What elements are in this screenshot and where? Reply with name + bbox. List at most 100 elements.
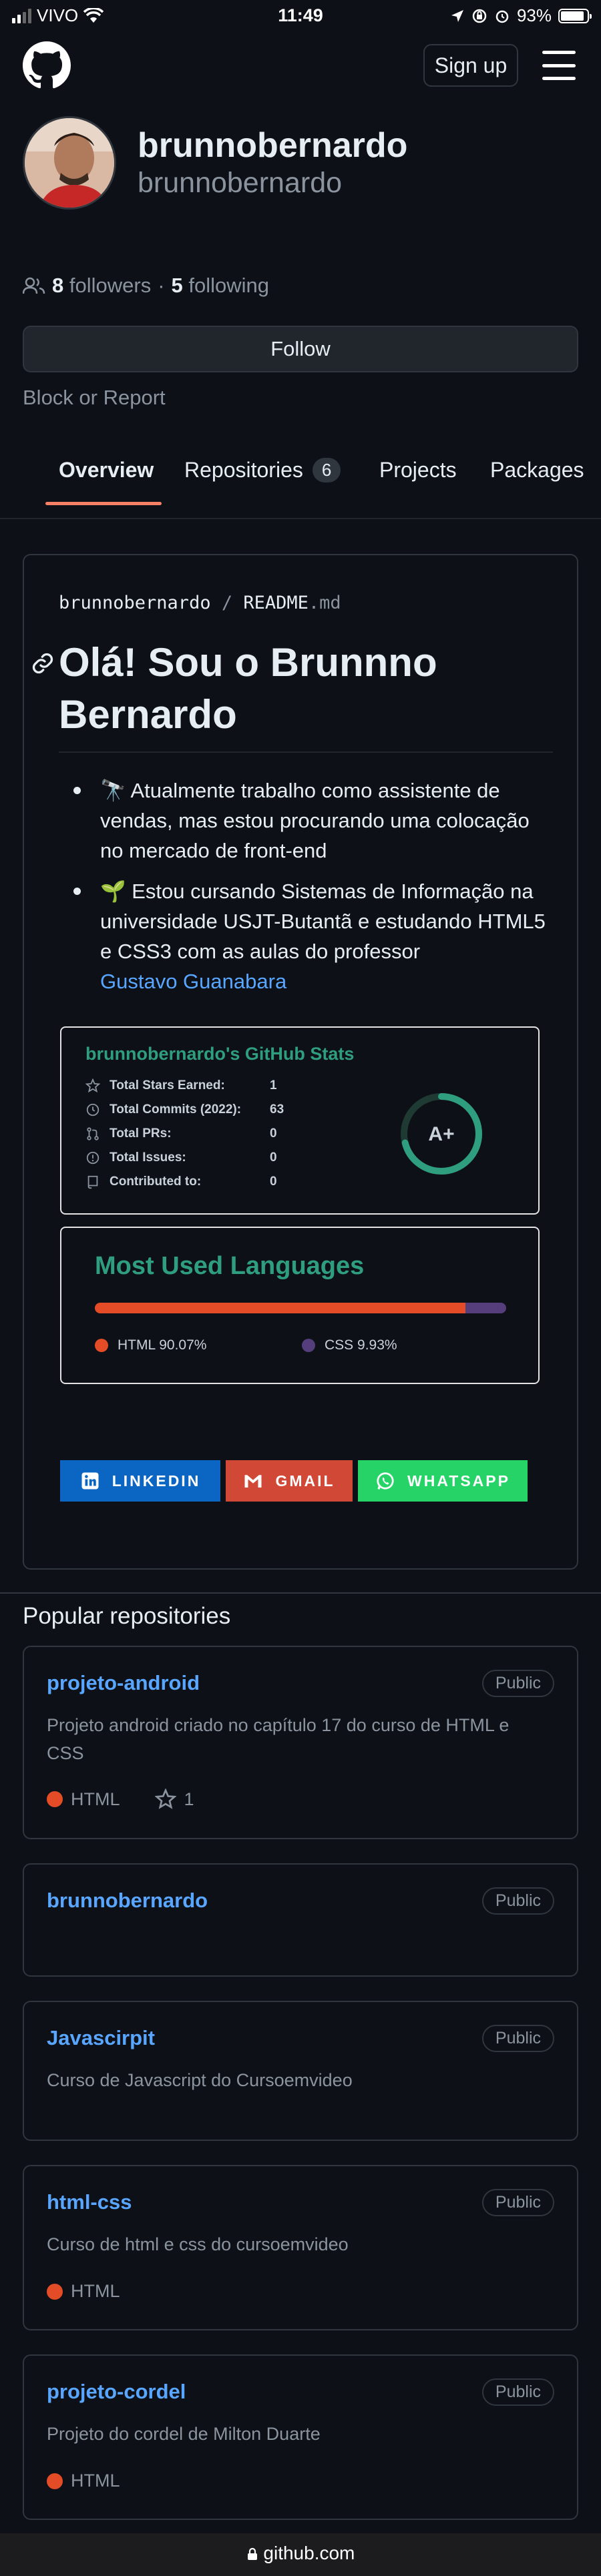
url-text: github.com <box>263 2543 355 2563</box>
repo-language: HTML <box>71 2281 120 2301</box>
repo-name-link[interactable]: Javascirpit <box>47 2026 155 2050</box>
sign-up-button[interactable]: Sign up <box>423 44 518 87</box>
repo-name-link[interactable]: html-css <box>47 2190 132 2214</box>
repo-icon <box>87 1175 98 1189</box>
top-languages-card: Most Used Languages HTML 90.07% CSS 9.93… <box>60 1227 540 1384</box>
repo-name-link[interactable]: projeto-cordel <box>47 2380 186 2404</box>
languages-title: Most Used Languages <box>95 1252 365 1280</box>
grade-label: A+ <box>428 1123 454 1145</box>
repo-card: brunnobernardo Public <box>23 1863 578 1977</box>
github-logo-icon[interactable] <box>23 41 71 89</box>
stat-row: Contributed to: 0 <box>85 1175 277 1189</box>
stats-title: brunnobernardo's GitHub Stats <box>85 1044 355 1064</box>
language-name: HTML <box>118 1337 156 1353</box>
repo-stars[interactable]: 1 <box>184 1789 194 1810</box>
anchor-link-icon[interactable] <box>31 651 55 675</box>
issue-icon <box>86 1151 99 1165</box>
repo-description: Curso de Javascript do Cursoemvideo <box>47 2070 353 2090</box>
tab-projects[interactable]: Projects <box>379 458 457 482</box>
following-label: following <box>188 274 270 297</box>
readme-path: brunnobernardo / README.md <box>59 593 341 613</box>
language-name: CSS <box>325 1337 354 1353</box>
status-bar: VIVO 11:49 93% <box>0 0 601 31</box>
readme-bullet: 🔭 Atualmente trabalho como assistente de… <box>59 775 553 866</box>
browser-url-bar[interactable]: github.com <box>0 2533 601 2576</box>
linkedin-icon <box>81 1472 99 1490</box>
tab-label: Projects <box>379 458 457 482</box>
tab-label: Packages <box>490 458 584 482</box>
stat-value: 0 <box>270 1151 277 1165</box>
readme-bullet: 🌱 Estou cursando Sistemas de Informação … <box>59 876 553 996</box>
tab-repositories[interactable]: Repositories 6 <box>184 458 341 482</box>
following-count: 5 <box>171 274 183 297</box>
stat-row: Total Stars Earned: 1 <box>85 1078 277 1093</box>
bullet-text: 🔭 Atualmente trabalho como assistente de… <box>100 779 530 862</box>
visibility-badge: Public <box>481 2189 554 2216</box>
repo-description: Curso de html e css do cursoemvideo <box>47 2234 349 2254</box>
followers-count: 8 <box>52 274 64 297</box>
menu-icon[interactable] <box>542 51 576 80</box>
visibility-badge: Public <box>481 1670 554 1697</box>
stat-value: 63 <box>270 1102 284 1116</box>
stat-label: Total Commits (2022): <box>110 1102 242 1116</box>
linkedin-badge[interactable]: LINKEDIN <box>60 1460 220 1502</box>
visibility-badge: Public <box>481 2378 554 2406</box>
stat-label: Total Issues: <box>110 1151 186 1165</box>
location-icon <box>451 9 463 22</box>
star-icon[interactable] <box>154 1789 176 1810</box>
battery-icon <box>558 8 592 23</box>
language-dot <box>302 1339 315 1352</box>
language-item-css: CSS 9.93% <box>302 1337 397 1353</box>
profile-name: brunnobernardo <box>138 126 408 165</box>
visibility-badge: Public <box>481 2025 554 2052</box>
status-right: 93% <box>450 5 592 26</box>
history-icon <box>86 1103 99 1116</box>
following-link[interactable]: 5 following <box>172 274 270 298</box>
language-color-dot <box>47 2473 63 2489</box>
stat-label: Contributed to: <box>110 1175 202 1189</box>
bullet-text: 🌱 Estou cursando Sistemas de Informação … <box>100 880 546 963</box>
active-tab-indicator <box>45 502 162 505</box>
grade-ring: A+ <box>401 1093 482 1175</box>
language-percent: 9.93% <box>357 1337 397 1353</box>
readme-heading: Olá! Sou o Brunnno Bernardo <box>59 637 553 753</box>
stat-label: Total Stars Earned: <box>110 1078 225 1092</box>
block-or-report-link[interactable]: Block or Report <box>23 386 166 410</box>
readme-path-user[interactable]: brunnobernardo <box>59 593 211 613</box>
whatsapp-badge[interactable]: WHATSAPP <box>358 1460 528 1502</box>
follow-button[interactable]: Follow <box>23 326 578 372</box>
repo-description: Projeto android criado no capítulo 17 do… <box>47 1715 510 1763</box>
github-stats-card: brunnobernardo's GitHub Stats Total Star… <box>60 1026 540 1215</box>
avatar[interactable] <box>23 116 116 210</box>
readme-path-extension: .md <box>308 593 341 613</box>
repo-name-link[interactable]: brunnobernardo <box>47 1889 208 1913</box>
pull-request-icon <box>87 1127 99 1141</box>
follow-separator: · <box>158 274 165 297</box>
teacher-link[interactable]: Gustavo Guanabara <box>100 970 286 993</box>
tab-label: Repositories <box>184 458 303 482</box>
gmail-badge[interactable]: GMAIL <box>226 1460 353 1502</box>
language-color-dot <box>47 1791 63 1807</box>
star-icon <box>85 1078 100 1093</box>
url-display[interactable]: github.com <box>0 2543 601 2564</box>
tab-overview[interactable]: Overview <box>59 458 154 482</box>
badge-label: WHATSAPP <box>407 1472 510 1490</box>
stat-row: Total Commits (2022): 63 <box>85 1102 284 1117</box>
stat-row: Total Issues: 0 <box>85 1151 277 1165</box>
follow-stats: 8 followers · 5 following <box>23 274 269 298</box>
tab-label: Overview <box>59 458 154 482</box>
repo-language: HTML <box>71 2471 120 2491</box>
popular-repositories-heading: Popular repositories <box>23 1603 231 1629</box>
stat-value: 0 <box>270 1126 277 1141</box>
readme-path-separator: / <box>221 593 233 613</box>
whatsapp-icon <box>377 1472 394 1490</box>
followers-link[interactable]: 8 followers <box>52 274 151 298</box>
tab-packages[interactable]: Packages <box>490 458 584 482</box>
repo-name-link[interactable]: projeto-android <box>47 1671 200 1695</box>
repo-card: projeto-android Public Projeto android c… <box>23 1646 578 1839</box>
alarm-icon <box>495 10 509 23</box>
stat-label: Total PRs: <box>110 1126 172 1141</box>
repo-description: Projeto do cordel de Milton Duarte <box>47 2424 321 2444</box>
readme-path-file[interactable]: README <box>243 593 309 613</box>
repo-card: html-css Public Curso de html e css do c… <box>23 2165 578 2330</box>
